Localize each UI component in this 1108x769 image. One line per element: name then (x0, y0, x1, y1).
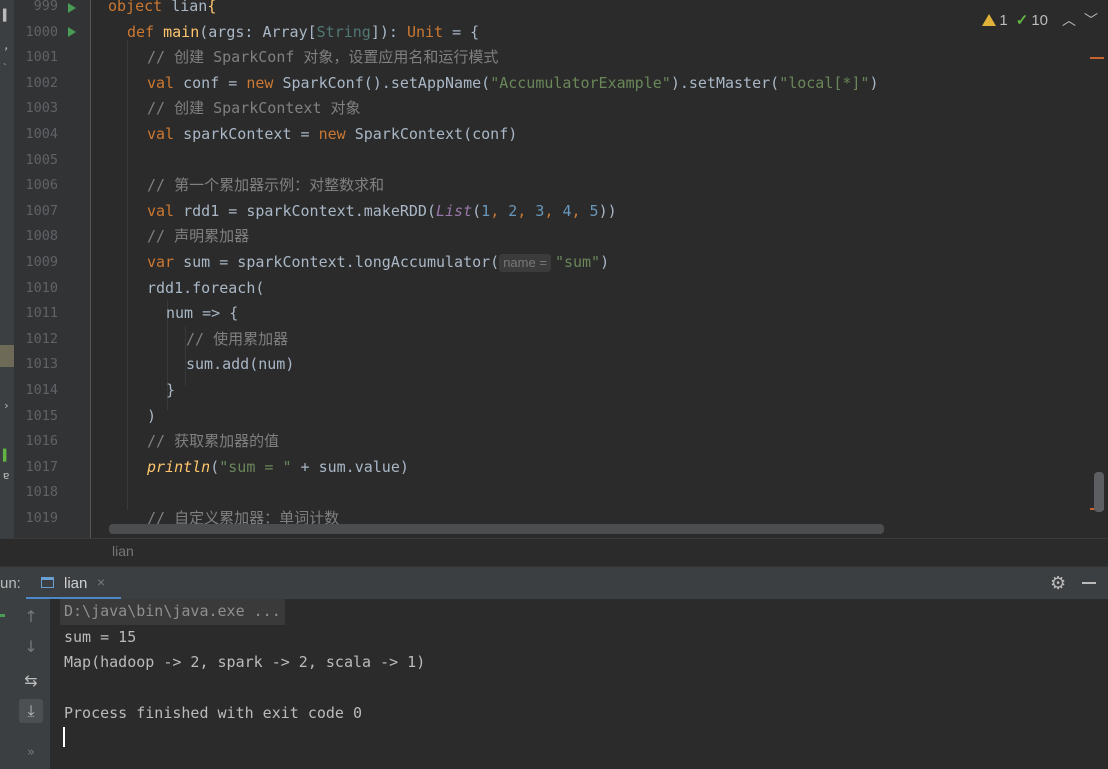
code-line: println("sum = " + sum.value) (147, 457, 409, 476)
code-comment: // 获取累加器的值 (147, 432, 280, 451)
line-number: 1003 (25, 100, 58, 117)
left-tool-strip: ▌ , ˋ › ▌ ɐ (0, 0, 14, 566)
code-comment: // 创建 SparkContext 对象 (147, 99, 361, 118)
console-line: Map(hadoop -> 2, spark -> 2, scala -> 1) (64, 653, 426, 672)
code-line: sum.add(num) (186, 355, 295, 374)
code-line: val rdd1 = sparkContext.makeRDD(List(1, … (147, 201, 617, 220)
parameter-hint: name = (499, 254, 551, 272)
line-number: 1011 (25, 305, 58, 322)
strip-marker: , (3, 39, 10, 52)
breadcrumb-bar: lian (0, 538, 1108, 567)
run-gutter-icon[interactable] (68, 27, 76, 37)
line-number: 1000 (25, 23, 58, 40)
console-output[interactable]: D:\java\bin\java.exe ... sum = 15 Map(ha… (50, 599, 1108, 769)
typo-check-icon: ✓ (1015, 12, 1029, 29)
minimize-icon[interactable] (1082, 582, 1096, 584)
editor-gutter: 999 1000 1001 1002 1003 1004 1005 1006 1… (14, 0, 105, 538)
soft-wrap-icon[interactable]: ⇆ (19, 669, 43, 693)
line-number: 1013 (25, 356, 58, 373)
line-number: 1010 (25, 279, 58, 296)
error-stripe-marker[interactable] (1090, 57, 1104, 59)
line-number: 1016 (25, 433, 58, 450)
warning-icon (982, 14, 997, 26)
tab-label: lian (64, 575, 88, 592)
line-number: 1005 (25, 151, 58, 168)
code-comment: // 创建 SparkConf 对象，设置应用名和运行模式 (147, 48, 499, 67)
vertical-scrollbar[interactable] (1094, 472, 1104, 512)
line-number: 1009 (25, 254, 58, 270)
line-number: 1014 (25, 382, 58, 398)
inspection-widget[interactable]: 1 ✓ 10 ︿ ﹀ (982, 10, 1098, 30)
line-number: 1018 (25, 484, 58, 501)
horizontal-scrollbar[interactable] (109, 524, 884, 534)
code-line: var sum = sparkContext.longAccumulator(n… (147, 253, 610, 272)
line-number: 1004 (25, 126, 58, 142)
indent-guide (127, 40, 128, 510)
line-number: 1017 (25, 458, 58, 475)
run-gutter-icon[interactable] (68, 3, 76, 13)
code-line: ) (147, 406, 157, 425)
code-line: object lian{ (108, 0, 217, 15)
rerun-indicator (0, 614, 5, 617)
line-number: 1007 (25, 202, 58, 219)
line-number: 1019 (25, 510, 58, 526)
console-line: Process finished with exit code 0 (64, 704, 363, 723)
run-toolbar: ↑ ↓ ⇆ ⤓ » (0, 599, 50, 769)
strip-marker: ▌ (3, 9, 10, 22)
chevron-down-icon[interactable]: ﹀ (1084, 10, 1098, 30)
scroll-to-end-icon[interactable]: ⤓ (19, 699, 43, 723)
arrow-down-icon[interactable]: ↓ (19, 635, 43, 659)
line-number: 999 (33, 0, 58, 14)
close-icon[interactable]: × (97, 574, 105, 590)
console-icon (41, 577, 54, 588)
code-comment: // 第一个累加器示例：对整数求和 (147, 176, 385, 195)
code-editor[interactable]: object lian{ def main(args: Array[String… (91, 0, 1108, 538)
more-icon[interactable]: » (19, 741, 43, 765)
line-number: 1002 (25, 74, 58, 91)
strip-marker: › (3, 399, 10, 412)
run-panel-header: un: lian × ⚙ (0, 566, 1108, 600)
line-number: 1008 (25, 228, 58, 245)
gear-icon[interactable]: ⚙ (1050, 573, 1066, 594)
line-number: 1006 (25, 177, 58, 194)
console-command-line[interactable]: D:\java\bin\java.exe ... (60, 599, 285, 625)
tab-lian[interactable]: lian × (26, 567, 121, 600)
code-line: def main(args: Array[String]): Unit = { (127, 22, 480, 41)
code-line: num => { (166, 304, 239, 323)
strip-marker: ˋ (3, 61, 7, 74)
code-line: val conf = new SparkConf().setAppName("A… (147, 73, 879, 92)
line-number: 1015 (25, 407, 58, 424)
code-line: rdd1.foreach( (147, 278, 265, 297)
line-number: 1001 (25, 49, 58, 66)
run-panel-label: un: (0, 575, 21, 592)
code-line: } (166, 381, 176, 399)
strip-marker: ▌ (3, 449, 10, 462)
code-comment: // 使用累加器 (186, 329, 289, 348)
text-cursor (63, 727, 65, 747)
breadcrumb[interactable]: lian (112, 543, 134, 559)
strip-marker: ɐ (3, 469, 10, 482)
strip-highlight (0, 345, 14, 367)
arrow-up-icon[interactable]: ↑ (19, 605, 43, 629)
typo-count[interactable]: ✓ 10 (1015, 11, 1048, 30)
code-comment: // 声明累加器 (147, 227, 250, 246)
console-line: sum = 15 (64, 627, 137, 646)
code-line: val sparkContext = new SparkContext(conf… (147, 125, 518, 143)
warning-count[interactable]: 1 (982, 12, 1008, 29)
chevron-up-icon[interactable]: ︿ (1062, 10, 1076, 30)
line-number: 1012 (25, 330, 58, 347)
